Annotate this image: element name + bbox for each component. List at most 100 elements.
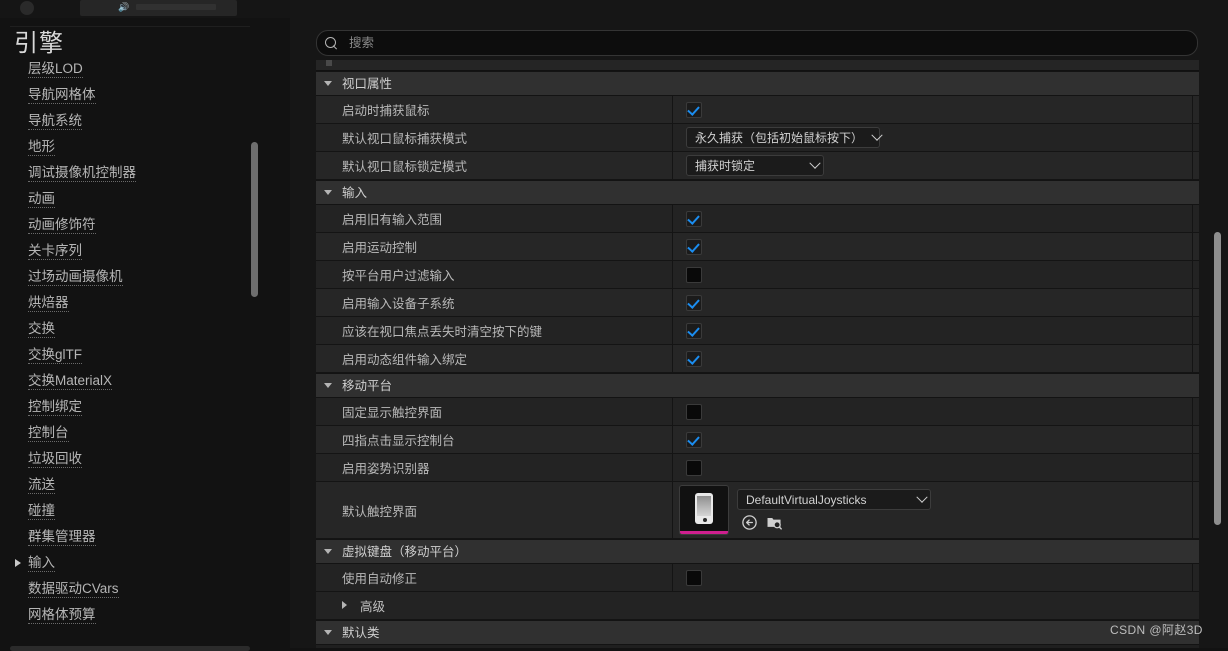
- sidebar-item-17[interactable]: 碰撞: [0, 498, 262, 524]
- column-divider-right: [1192, 205, 1193, 232]
- column-divider-right: [1192, 345, 1193, 372]
- sidebar-item-18[interactable]: 群集管理器: [0, 524, 262, 550]
- sidebar-item-14[interactable]: 控制台: [0, 420, 262, 446]
- property-value: [672, 322, 1199, 339]
- property-value: [672, 350, 1199, 367]
- checkbox-unchecked[interactable]: [686, 569, 702, 586]
- sidebar-vertical-scrollbar[interactable]: [251, 142, 258, 297]
- sidebar-horizontal-scrollbar[interactable]: [10, 646, 250, 651]
- column-divider: [672, 289, 673, 316]
- checkbox-checked[interactable]: [686, 431, 702, 448]
- sidebar-item-6[interactable]: 动画修饰符: [0, 212, 262, 238]
- sidebar-item-19[interactable]: 输入: [0, 550, 262, 576]
- sidebar-item-label: 动画修饰符: [28, 217, 96, 234]
- property-value: [672, 569, 1199, 586]
- checkbox-checked[interactable]: [686, 210, 702, 227]
- property-row: 启用旧有输入范围: [316, 205, 1199, 233]
- chevron-down-icon[interactable]: [869, 129, 885, 142]
- section-header[interactable]: 视口属性: [316, 71, 1199, 96]
- sidebar-nav-list[interactable]: 层级LOD 导航网格体 导航系统 地形 调试摄像机控制器 动画动画修饰符关卡序列 过场动画摄…: [0, 56, 262, 636]
- search-bar[interactable]: [316, 30, 1198, 56]
- dropdown-value: 永久捕获（包括初始鼠标按下）: [695, 131, 864, 145]
- sidebar-item-9[interactable]: 烘焙器: [0, 290, 262, 316]
- app-root: 🔊 引擎 层级LOD 导航网格体 导航系统 地形 调试摄像机控制器 动画动画修饰符关卡序列…: [0, 0, 1228, 651]
- asset-dropdown[interactable]: DefaultVirtualJoysticks: [737, 489, 931, 510]
- property-label: 使用自动修正: [342, 572, 418, 586]
- search-input[interactable]: [347, 35, 1197, 51]
- property-value: 永久捕获（包括初始鼠标按下）: [672, 127, 1199, 148]
- section-header[interactable]: 默认类: [316, 620, 1199, 645]
- chevron-down-icon[interactable]: [324, 190, 332, 195]
- sidebar-item-16[interactable]: 流送: [0, 472, 262, 498]
- sidebar-item-15[interactable]: 垃圾回收: [0, 446, 262, 472]
- dropdown[interactable]: 永久捕获（包括初始鼠标按下）: [686, 127, 883, 148]
- chevron-right-icon[interactable]: [342, 601, 347, 609]
- property-label: 应该在视口焦点丢失时清空按下的键: [342, 325, 543, 339]
- checkbox-checked[interactable]: [686, 238, 702, 255]
- dropdown[interactable]: 捕获时锁定: [686, 155, 824, 176]
- checkbox-unchecked[interactable]: [686, 266, 702, 283]
- sidebar-item-label: 网格体预算: [28, 607, 96, 624]
- checkbox-checked[interactable]: [686, 294, 702, 311]
- chevron-down-icon[interactable]: [324, 549, 332, 554]
- detail-panel-scrollbar[interactable]: [1214, 232, 1221, 525]
- sidebar-item-7[interactable]: 关卡序列: [0, 238, 262, 264]
- chevron-down-icon[interactable]: [324, 630, 332, 635]
- checkbox-unchecked[interactable]: [686, 459, 702, 476]
- sidebar-item-label: 交换: [28, 321, 55, 338]
- checkbox-checked[interactable]: [686, 101, 702, 118]
- browse-to-asset-icon[interactable]: [741, 514, 758, 531]
- sidebar-item-11[interactable]: 交换glTF: [0, 342, 262, 368]
- property-label: 启用输入设备子系统: [342, 297, 455, 311]
- column-divider: [672, 345, 673, 372]
- property-row: 默认视口鼠标捕获模式 永久捕获（包括初始鼠标按下）: [316, 124, 1199, 152]
- chevron-down-icon[interactable]: [807, 157, 823, 170]
- property-value: [672, 403, 1199, 420]
- section-label: 移动平台: [342, 379, 393, 393]
- advanced-subsection-header[interactable]: 高级: [316, 592, 1199, 620]
- asset-thumbnail[interactable]: [679, 485, 729, 535]
- property-row: 启用姿势识别器: [316, 454, 1199, 482]
- column-divider-right: [1192, 454, 1193, 481]
- sidebar-item-4[interactable]: 调试摄像机控制器: [0, 160, 262, 186]
- sidebar-item-label: 流送: [28, 477, 55, 494]
- checkbox-checked[interactable]: [686, 350, 702, 367]
- column-divider: [672, 317, 673, 344]
- sidebar-item-0[interactable]: 层级LOD: [0, 56, 262, 82]
- checkbox-unchecked[interactable]: [686, 403, 702, 420]
- sidebar-item-10[interactable]: 交换: [0, 316, 262, 342]
- chevron-right-icon[interactable]: [15, 559, 21, 567]
- sidebar-item-1[interactable]: 导航网格体: [0, 82, 262, 108]
- column-divider-right: [1192, 398, 1193, 425]
- property-value: [672, 431, 1199, 448]
- section-header[interactable]: 移动平台: [316, 373, 1199, 398]
- search-icon: [325, 36, 338, 50]
- sidebar-item-5[interactable]: 动画: [0, 186, 262, 212]
- sidebar-item-label: 碰撞: [28, 503, 55, 520]
- section-header[interactable]: 虚拟键盘（移动平台）: [316, 539, 1199, 564]
- use-selected-asset-icon[interactable]: [766, 514, 783, 531]
- sidebar-item-20[interactable]: 数据驱动CVars: [0, 576, 262, 602]
- chevron-down-icon[interactable]: [914, 491, 930, 504]
- property-value: [672, 238, 1199, 255]
- sidebar-item-12[interactable]: 交换MaterialX: [0, 368, 262, 394]
- settings-detail-panel: 视口属性启动时捕获鼠标默认视口鼠标捕获模式永久捕获（包括初始鼠标按下）默认视口鼠…: [290, 0, 1228, 648]
- chevron-down-icon[interactable]: [324, 81, 332, 86]
- toolbar-chip[interactable]: 🔊: [80, 0, 237, 16]
- sidebar-item-13[interactable]: 控制绑定: [0, 394, 262, 420]
- checkbox-checked[interactable]: [686, 322, 702, 339]
- property-row: 启用输入设备子系统: [316, 289, 1199, 317]
- column-divider: [672, 233, 673, 260]
- section-header[interactable]: 输入: [316, 180, 1199, 205]
- property-row: 启用运动控制: [316, 233, 1199, 261]
- property-label: 启用姿势识别器: [342, 462, 430, 476]
- sidebar-item-2[interactable]: 导航系统: [0, 108, 262, 134]
- column-divider: [672, 205, 673, 232]
- toolbar-chip-text: [136, 4, 216, 10]
- sidebar-item-3[interactable]: 地形: [0, 134, 262, 160]
- sidebar-title-text: 引擎: [14, 30, 64, 57]
- sidebar-item-21[interactable]: 网格体预算: [0, 602, 262, 628]
- section-label: 视口属性: [342, 77, 393, 91]
- chevron-down-icon[interactable]: [324, 383, 332, 388]
- sidebar-item-8[interactable]: 过场动画摄像机: [0, 264, 262, 290]
